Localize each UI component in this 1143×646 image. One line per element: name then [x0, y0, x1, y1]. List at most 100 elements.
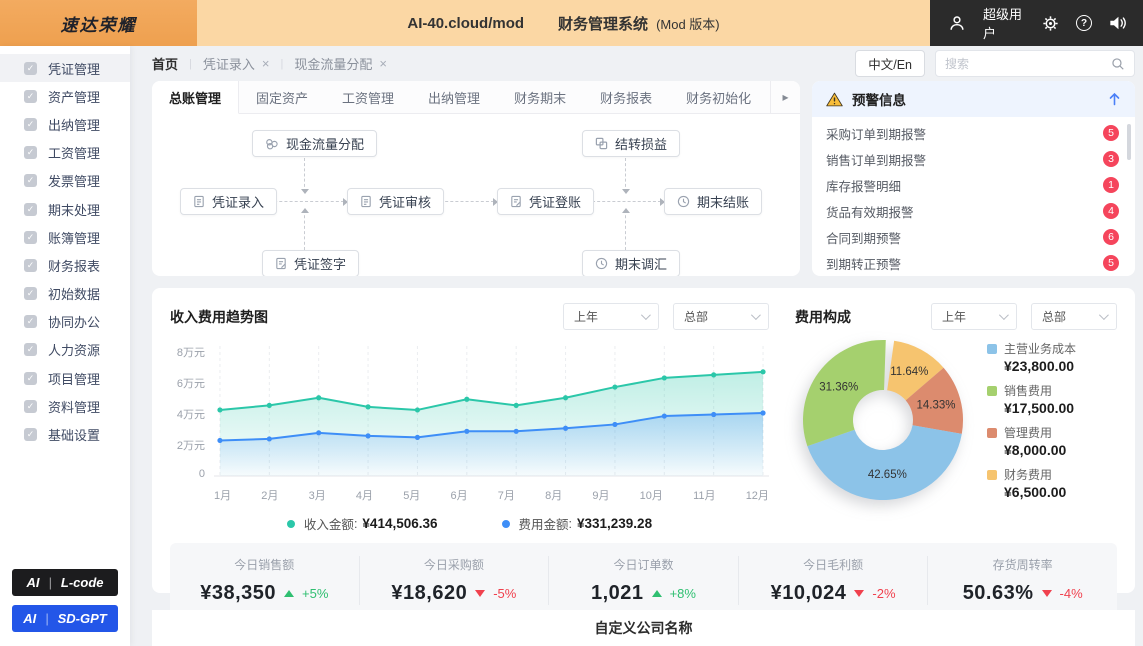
- checkbox-icon: [24, 399, 37, 413]
- tab-period-end[interactable]: 财务期末: [497, 81, 583, 113]
- checkbox-icon: [24, 146, 37, 160]
- x-tick: 2月: [261, 490, 279, 502]
- checkbox-icon: [24, 343, 37, 357]
- alerts-header: 预警信息: [812, 81, 1135, 117]
- footer-bar: 自定义公司名称: [152, 610, 1135, 646]
- kpi-change: -5%: [493, 586, 517, 601]
- flow-node-label: 凭证录入: [212, 195, 265, 210]
- user-icon[interactable]: [948, 14, 966, 32]
- period-select[interactable]: 上年: [563, 303, 659, 330]
- sidebar-item-financial-reports[interactable]: 财务报表: [0, 251, 130, 279]
- ai-sdgpt-badge[interactable]: AI | SD-GPT: [12, 605, 118, 632]
- breadcrumb-row: 首页 | 凭证录入 × | 现金流量分配 × 中文/En: [152, 46, 1135, 81]
- ai-lcode-badge[interactable]: AI | L-code: [12, 569, 118, 596]
- sidebar-item-collaboration[interactable]: 协同办公: [0, 308, 130, 336]
- flow-node-label: 期末调汇: [615, 257, 668, 272]
- workflow-diagram: 现金流量分配 结转损益 凭证录入 凭证审核 凭证登账 期末结账 凭证签字 期末调…: [152, 114, 800, 276]
- current-user[interactable]: 超级用户: [983, 4, 1025, 42]
- kpi-change: +5%: [302, 586, 329, 601]
- gear-icon[interactable]: [1042, 15, 1059, 32]
- flow-node-label: 凭证审核: [379, 195, 432, 210]
- scrollbar-thumb[interactable]: [1127, 124, 1131, 160]
- help-icon[interactable]: ?: [1076, 15, 1092, 31]
- topbar: 速达荣耀 AI-40.cloud/mod 财务管理系统 (Mod 版本) 超级用…: [0, 0, 1143, 46]
- tab-payroll[interactable]: 工资管理: [325, 81, 411, 113]
- flow-node-carryover-pl[interactable]: 结转损益: [582, 130, 681, 157]
- company-name: 自定义公司名称: [594, 620, 693, 636]
- alerts-panel: 预警信息 采购订单到期报警 5 销售订单到期报警 3 库存报警明细 1 货品有效期报警…: [812, 81, 1135, 276]
- legend-separator: :: [353, 516, 358, 531]
- tab-reports[interactable]: 财务报表: [583, 81, 669, 113]
- close-icon[interactable]: ×: [379, 56, 387, 71]
- sidebar-item-document-mgmt[interactable]: 资料管理: [0, 392, 130, 420]
- sidebar-item-label: 工资管理: [48, 146, 101, 162]
- breadcrumb-home[interactable]: 首页: [152, 54, 178, 73]
- trend-arrow-icon: [854, 590, 865, 597]
- flow-node-cashflow-allocation[interactable]: 现金流量分配: [252, 130, 378, 157]
- alert-item-contract-expiry[interactable]: 合同到期预警 6: [826, 224, 1119, 250]
- flow-node-label: 期末结账: [697, 195, 750, 210]
- kpi-label: 今日毛利额: [803, 558, 864, 572]
- tab-scroll-right-icon[interactable]: ▸: [770, 81, 800, 113]
- tab-fixed-assets[interactable]: 固定资产: [239, 81, 325, 113]
- flow-node-voucher-posting[interactable]: 凭证登账: [497, 188, 595, 215]
- chevron-down-icon: [1098, 310, 1109, 321]
- sidebar-item-initial-data[interactable]: 初始数据: [0, 280, 130, 308]
- alert-item-sales-orders-due[interactable]: 销售订单到期报警 3: [826, 146, 1119, 172]
- legend-swatch: [987, 469, 997, 480]
- flow-node-period-revaluation[interactable]: 期末调汇: [582, 250, 681, 276]
- y-tick: 2万元: [176, 440, 205, 452]
- kpi-today-sales: 今日销售额 ¥38,350 +5%: [170, 556, 359, 605]
- donut-chart: 11.64% 14.33% 42.65% 31.36%: [803, 340, 963, 501]
- x-tick: 8月: [545, 490, 563, 502]
- alert-item-goods-expiry[interactable]: 货品有效期报警 4: [826, 198, 1119, 224]
- close-icon[interactable]: ×: [262, 56, 270, 71]
- sidebar-item-period-end[interactable]: 期末处理: [0, 195, 130, 223]
- open-tab-voucher-entry[interactable]: 凭证录入 ×: [203, 54, 270, 73]
- alert-item-purchase-orders-due[interactable]: 采购订单到期报警 5: [826, 120, 1119, 146]
- sidebar-item-cashier-mgmt[interactable]: 出纳管理: [0, 110, 130, 138]
- legend-main-cost: 主营业务成本 ¥23,800.00: [987, 340, 1076, 374]
- sidebar-item-asset-mgmt[interactable]: 资产管理: [0, 82, 130, 110]
- flow-node-voucher-entry[interactable]: 凭证录入: [180, 188, 278, 215]
- svg-text:11.64%: 11.64%: [890, 366, 928, 378]
- brand-logo[interactable]: 速达荣耀: [0, 0, 197, 46]
- flow-node-voucher-signing[interactable]: 凭证签字: [262, 250, 360, 276]
- sidebar-item-payroll-mgmt[interactable]: 工资管理: [0, 139, 130, 167]
- branch-select[interactable]: 总部: [673, 303, 769, 330]
- clock-icon: [677, 195, 690, 208]
- search-box[interactable]: [935, 50, 1135, 77]
- sidebar-item-basic-settings[interactable]: 基础设置: [0, 420, 130, 448]
- alert-item-probation-expiry[interactable]: 到期转正预警 5: [826, 250, 1119, 276]
- tab-cashier[interactable]: 出纳管理: [411, 81, 497, 113]
- sidebar-item-project-mgmt[interactable]: 项目管理: [0, 364, 130, 392]
- open-tab-cashflow-allocation[interactable]: 现金流量分配 ×: [294, 54, 387, 73]
- sidebar-item-label: 资产管理: [48, 89, 101, 105]
- flow-node-label: 凭证签字: [294, 257, 347, 272]
- flow-node-label: 凭证登账: [529, 195, 582, 210]
- warning-icon: [826, 92, 843, 106]
- language-toggle-button[interactable]: 中文/En: [855, 50, 925, 77]
- sidebar-item-label: 出纳管理: [48, 117, 101, 133]
- search-icon[interactable]: [1111, 57, 1125, 71]
- speaker-icon[interactable]: [1109, 15, 1127, 31]
- x-axis-labels: 1月 2月 3月 4月 5月 6月 7月 8月 9月 10月 11月 12月: [214, 487, 769, 503]
- sidebar-item-hr[interactable]: 人力资源: [0, 336, 130, 364]
- select-value: 总部: [684, 310, 709, 324]
- x-tick: 7月: [497, 490, 515, 502]
- connector: [622, 208, 630, 250]
- legend-label: 销售费用: [1004, 384, 1053, 398]
- tab-initialization[interactable]: 财务初始化: [669, 81, 768, 113]
- flow-node-period-closing[interactable]: 期末结账: [664, 188, 763, 215]
- sidebar-item-ledger-mgmt[interactable]: 账簿管理: [0, 223, 130, 251]
- branch-select[interactable]: 总部: [1031, 303, 1117, 330]
- sidebar-item-invoice-mgmt[interactable]: 发票管理: [0, 167, 130, 195]
- alert-item-inventory-warning[interactable]: 库存报警明细 1: [826, 172, 1119, 198]
- period-select[interactable]: 上年: [931, 303, 1017, 330]
- sidebar-item-voucher-mgmt[interactable]: 凭证管理: [0, 54, 130, 83]
- flow-node-voucher-review[interactable]: 凭证审核: [347, 188, 445, 215]
- search-input[interactable]: [945, 56, 1111, 71]
- collapse-up-icon[interactable]: [1108, 92, 1121, 106]
- trend-arrow-icon: [651, 590, 662, 597]
- tab-general-ledger[interactable]: 总账管理: [152, 81, 240, 114]
